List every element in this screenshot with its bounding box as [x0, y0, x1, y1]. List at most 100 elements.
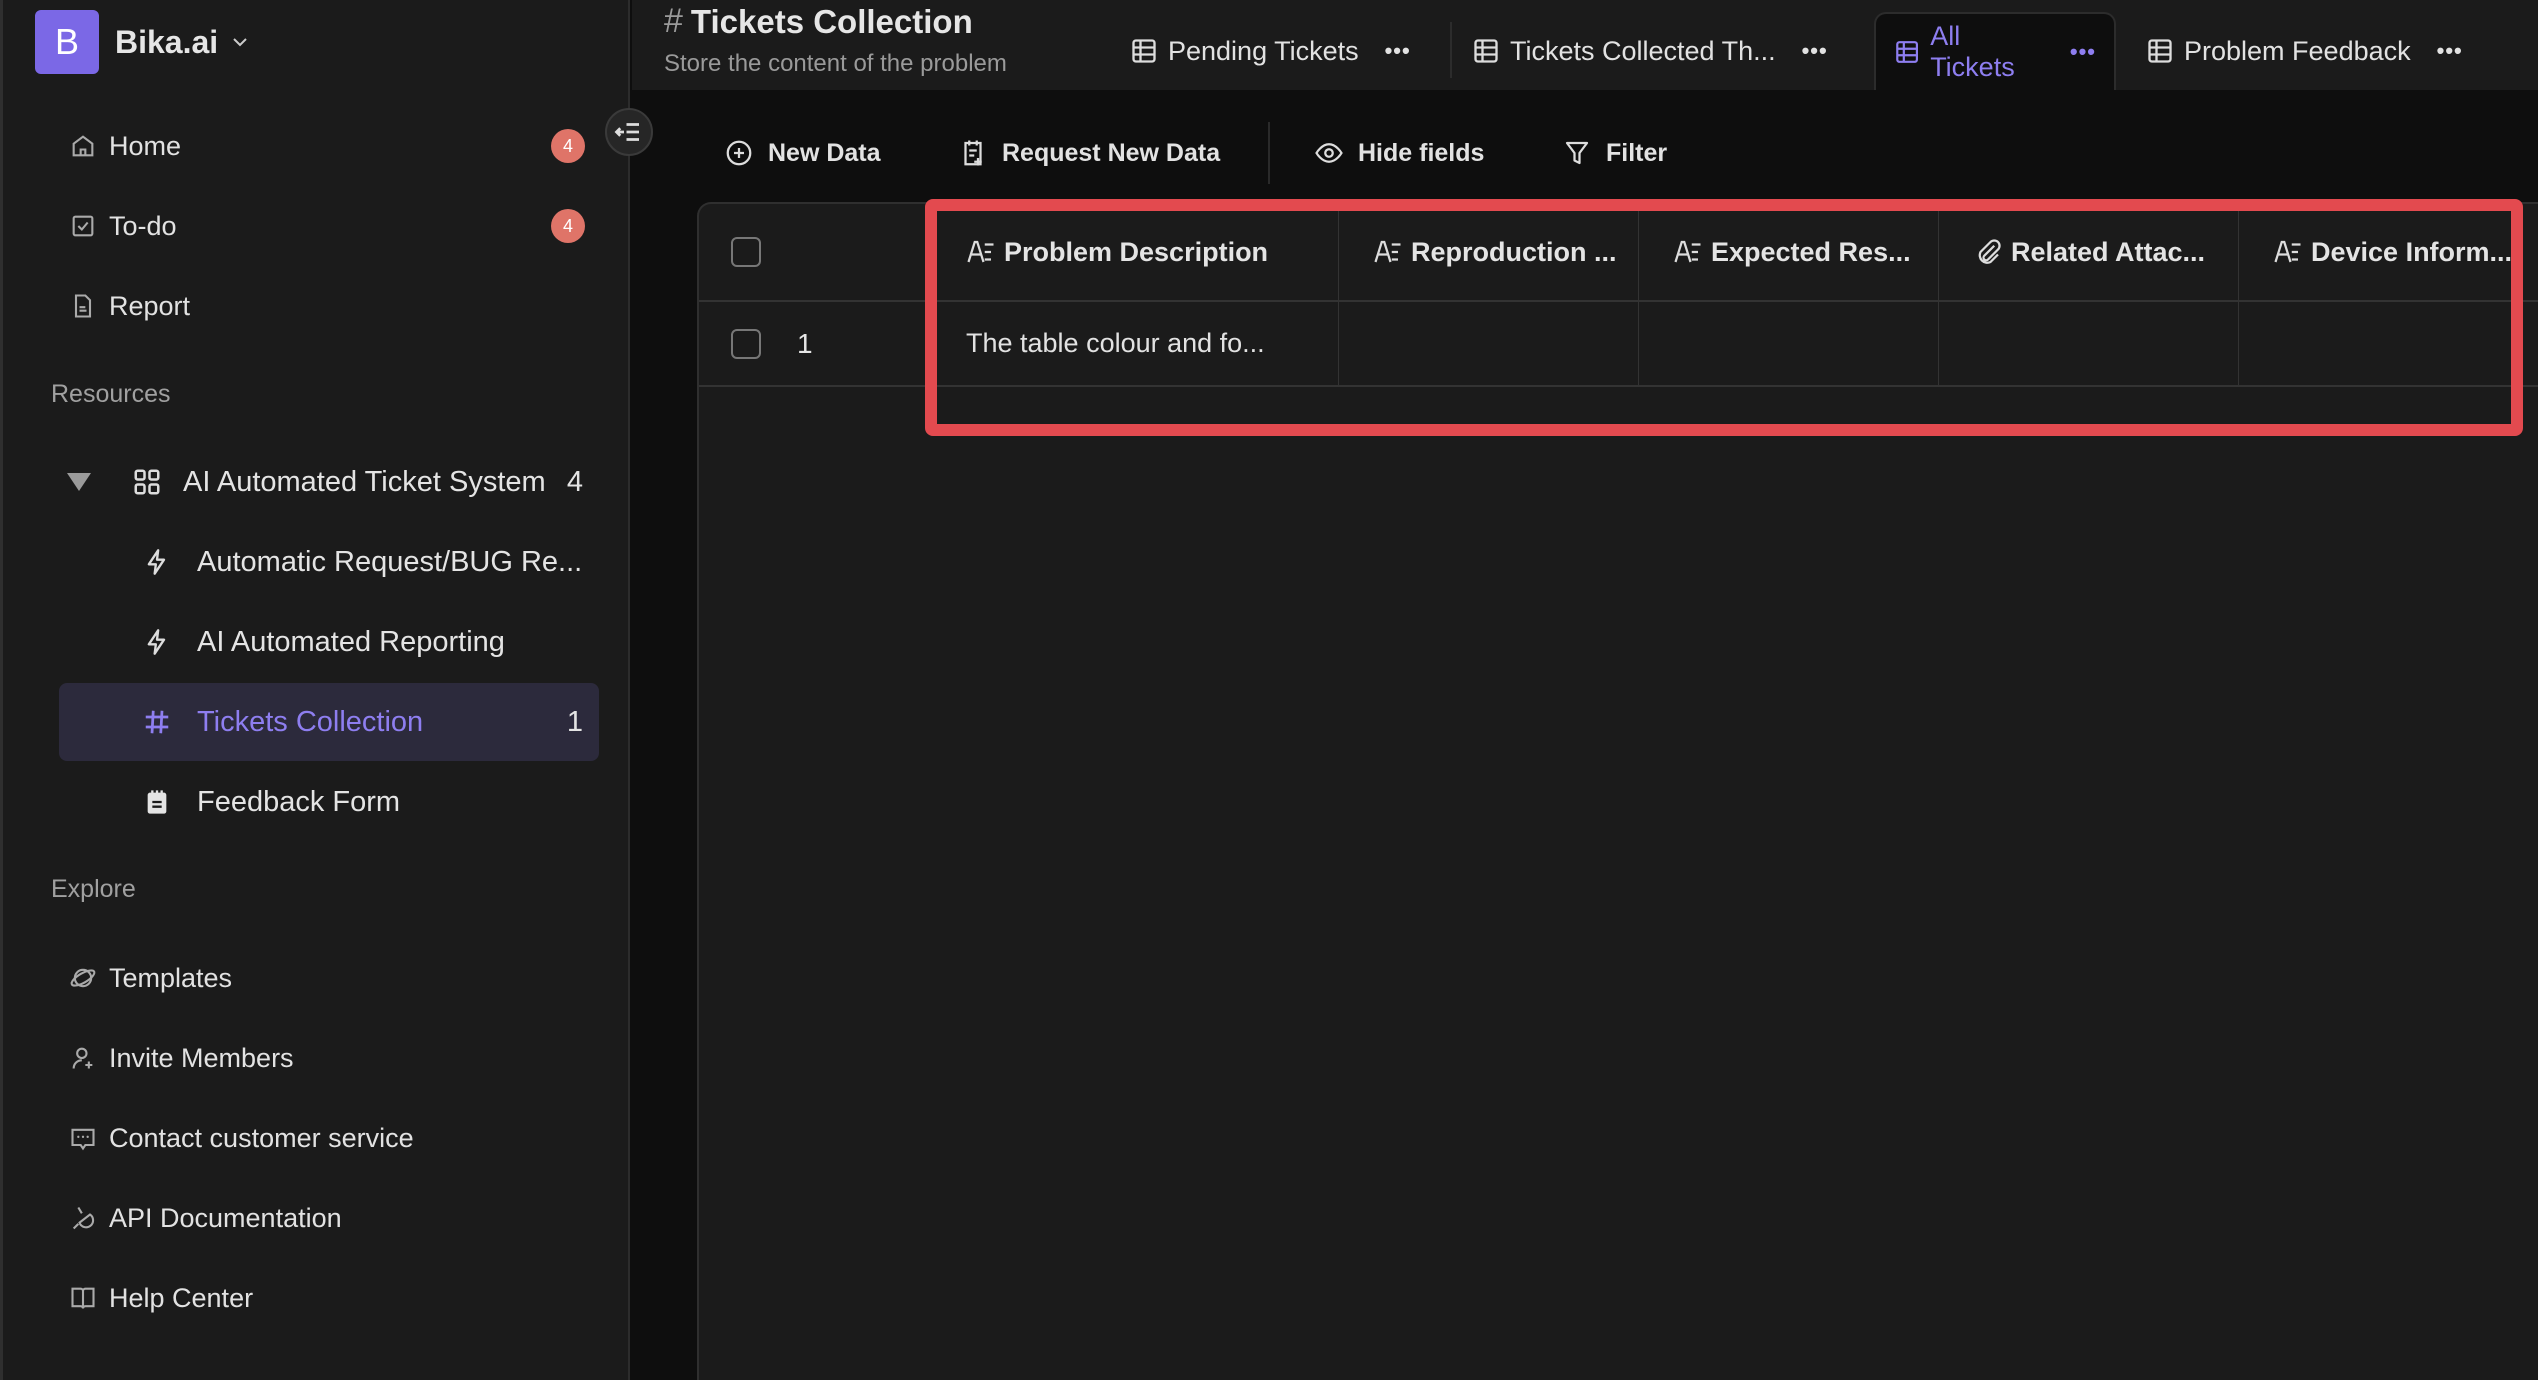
cell-problem-description[interactable]: The table colour and fo... [932, 302, 1339, 385]
sidebar-item-label: Invite Members [109, 1042, 294, 1073]
hash-icon [139, 704, 175, 740]
hide-fields-button[interactable]: Hide fields [1314, 128, 1484, 178]
cell-related-attachment[interactable] [1939, 302, 2239, 385]
paperclip-icon [1978, 239, 2001, 264]
more-options-icon[interactable]: ••• [2070, 39, 2096, 65]
tree-item-tickets-collection[interactable]: Tickets Collection 1 [59, 683, 599, 761]
tab-tickets-collected[interactable]: Tickets Collected Th... ••• [1454, 12, 1846, 90]
sidebar-item-home[interactable]: Home 4 [59, 111, 599, 181]
chevron-down-icon [233, 38, 247, 47]
new-data-label: New Data [768, 138, 881, 167]
chat-icon [67, 1122, 99, 1154]
more-options-icon[interactable]: ••• [2437, 38, 2463, 64]
clipboard-plus-icon [964, 140, 982, 166]
tab-all-tickets[interactable]: All Tickets ••• [1874, 12, 2116, 90]
row-checkbox[interactable] [731, 328, 761, 359]
sidebar-item-report[interactable]: Report [59, 271, 599, 341]
new-data-button[interactable]: New Data [724, 128, 881, 178]
sidebar-item-label: To-do [109, 210, 177, 241]
sidebar-item-label: Contact customer service [109, 1122, 414, 1153]
filter-button[interactable]: Filter [1562, 128, 1667, 178]
toolbar-divider [1268, 122, 1270, 184]
tree-item-label: AI Automated Ticket System [183, 465, 546, 498]
more-options-icon[interactable]: ••• [1385, 38, 1411, 64]
sidebar-item-label: Report [109, 290, 191, 321]
column-label: Related Attac... [2011, 236, 2206, 267]
tree-item-label: Tickets Collection [197, 705, 424, 738]
sidebar-item-label: API Documentation [109, 1202, 342, 1233]
page-header: # Tickets Collection Store the content o… [632, 0, 2538, 90]
collapse-icon [614, 123, 639, 141]
more-options-icon[interactable]: ••• [1802, 38, 1828, 64]
notification-badge: 4 [551, 209, 585, 243]
tab-problem-feedback[interactable]: Problem Feedback ••• [2128, 12, 2481, 90]
tree-item-label: AI Automated Reporting [197, 625, 505, 658]
column-header-problem-description[interactable]: Problem Description [932, 204, 1339, 300]
tree-item-automatic-request[interactable]: Automatic Request/BUG Re... [59, 523, 599, 601]
text-field-icon [2274, 240, 2301, 263]
tree-item-ai-automated-reporting[interactable]: AI Automated Reporting [59, 603, 599, 681]
request-new-data-button[interactable]: Request New Data [958, 128, 1220, 178]
sidebar-item-help-center[interactable]: Help Center [59, 1263, 599, 1333]
column-header-reproduction[interactable]: Reproduction ... [1339, 204, 1639, 300]
tree-item-feedback-form[interactable]: Feedback Form [59, 763, 599, 841]
sidebar-item-invite-members[interactable]: Invite Members [59, 1023, 599, 1093]
table-icon [1896, 41, 1919, 63]
column-header-related-attachment[interactable]: Related Attac... [1939, 204, 2239, 300]
tab-label: Problem Feedback [2184, 35, 2411, 66]
lightning-icon [139, 624, 175, 660]
book-icon [67, 1282, 99, 1314]
workspace-logo: B [35, 10, 99, 74]
checkbox-icon [67, 210, 99, 242]
sidebar-item-todo[interactable]: To-do 4 [59, 191, 599, 261]
tab-label: Pending Tickets [1168, 35, 1359, 66]
caret-down-icon[interactable] [67, 473, 91, 491]
sidebar-item-templates[interactable]: Templates [59, 943, 599, 1013]
hide-fields-label: Hide fields [1358, 138, 1485, 167]
page-subtitle: Store the content of the problem [664, 50, 1007, 77]
table-header-row: Problem Description Reproduction ... Exp… [699, 204, 2538, 302]
data-table: Problem Description Reproduction ... Exp… [697, 202, 2538, 1380]
table-icon [1474, 39, 1498, 63]
sidebar-item-label: Home [109, 130, 182, 161]
sidebar: B Bika.ai Home 4 To-do 4 Report Resource… [0, 0, 630, 1380]
column-label: Problem Description [1004, 236, 1269, 267]
table-row[interactable]: 1 The table colour and fo... [699, 302, 2538, 387]
column-label: Device Inform... [2311, 236, 2513, 267]
tab-divider [1450, 22, 1452, 78]
cell-expected-result[interactable] [1639, 302, 1939, 385]
cell-device-information[interactable] [2239, 302, 2538, 385]
home-icon [67, 130, 99, 162]
workspace-name: Bika.ai [115, 23, 219, 60]
tab-label: All Tickets [1930, 21, 2015, 82]
select-all-checkbox[interactable] [731, 237, 761, 267]
tab-pending-tickets[interactable]: Pending Tickets ••• [1112, 12, 1429, 90]
form-icon [139, 784, 175, 820]
tree-item-label: Automatic Request/BUG Re... [197, 545, 583, 578]
sidebar-item-api-documentation[interactable]: API Documentation [59, 1183, 599, 1253]
page-title: # Tickets Collection [664, 2, 973, 41]
page-title-text: Tickets Collection [690, 2, 973, 40]
workspace-switcher[interactable]: B Bika.ai [35, 10, 252, 74]
item-count: 4 [566, 465, 583, 498]
column-header-device-information[interactable]: Device Inform... [2239, 204, 2538, 300]
cell-reproduction[interactable] [1339, 302, 1639, 385]
tab-label: Tickets Collected Th... [1510, 35, 1776, 66]
plus-circle-icon [726, 140, 752, 166]
text-field-icon [1374, 240, 1401, 263]
grid-icon [129, 464, 165, 500]
select-all-cell [699, 204, 932, 300]
plug-icon [67, 1202, 99, 1234]
sidebar-item-contact-customer-service[interactable]: Contact customer service [59, 1103, 599, 1173]
filter-icon [1565, 141, 1589, 165]
filter-label: Filter [1606, 138, 1668, 167]
table-icon [1132, 39, 1156, 63]
column-header-expected-result[interactable]: Expected Res... [1639, 204, 1939, 300]
resources-section-label: Resources [51, 380, 171, 408]
row-select-cell: 1 [699, 302, 932, 385]
tree-folder-ai-automated-ticket-system[interactable]: AI Automated Ticket System 4 [59, 443, 599, 521]
collapse-sidebar-button[interactable] [605, 108, 653, 156]
user-plus-icon [67, 1042, 99, 1074]
column-label: Expected Res... [1711, 236, 1911, 267]
eye-icon [1315, 143, 1343, 163]
